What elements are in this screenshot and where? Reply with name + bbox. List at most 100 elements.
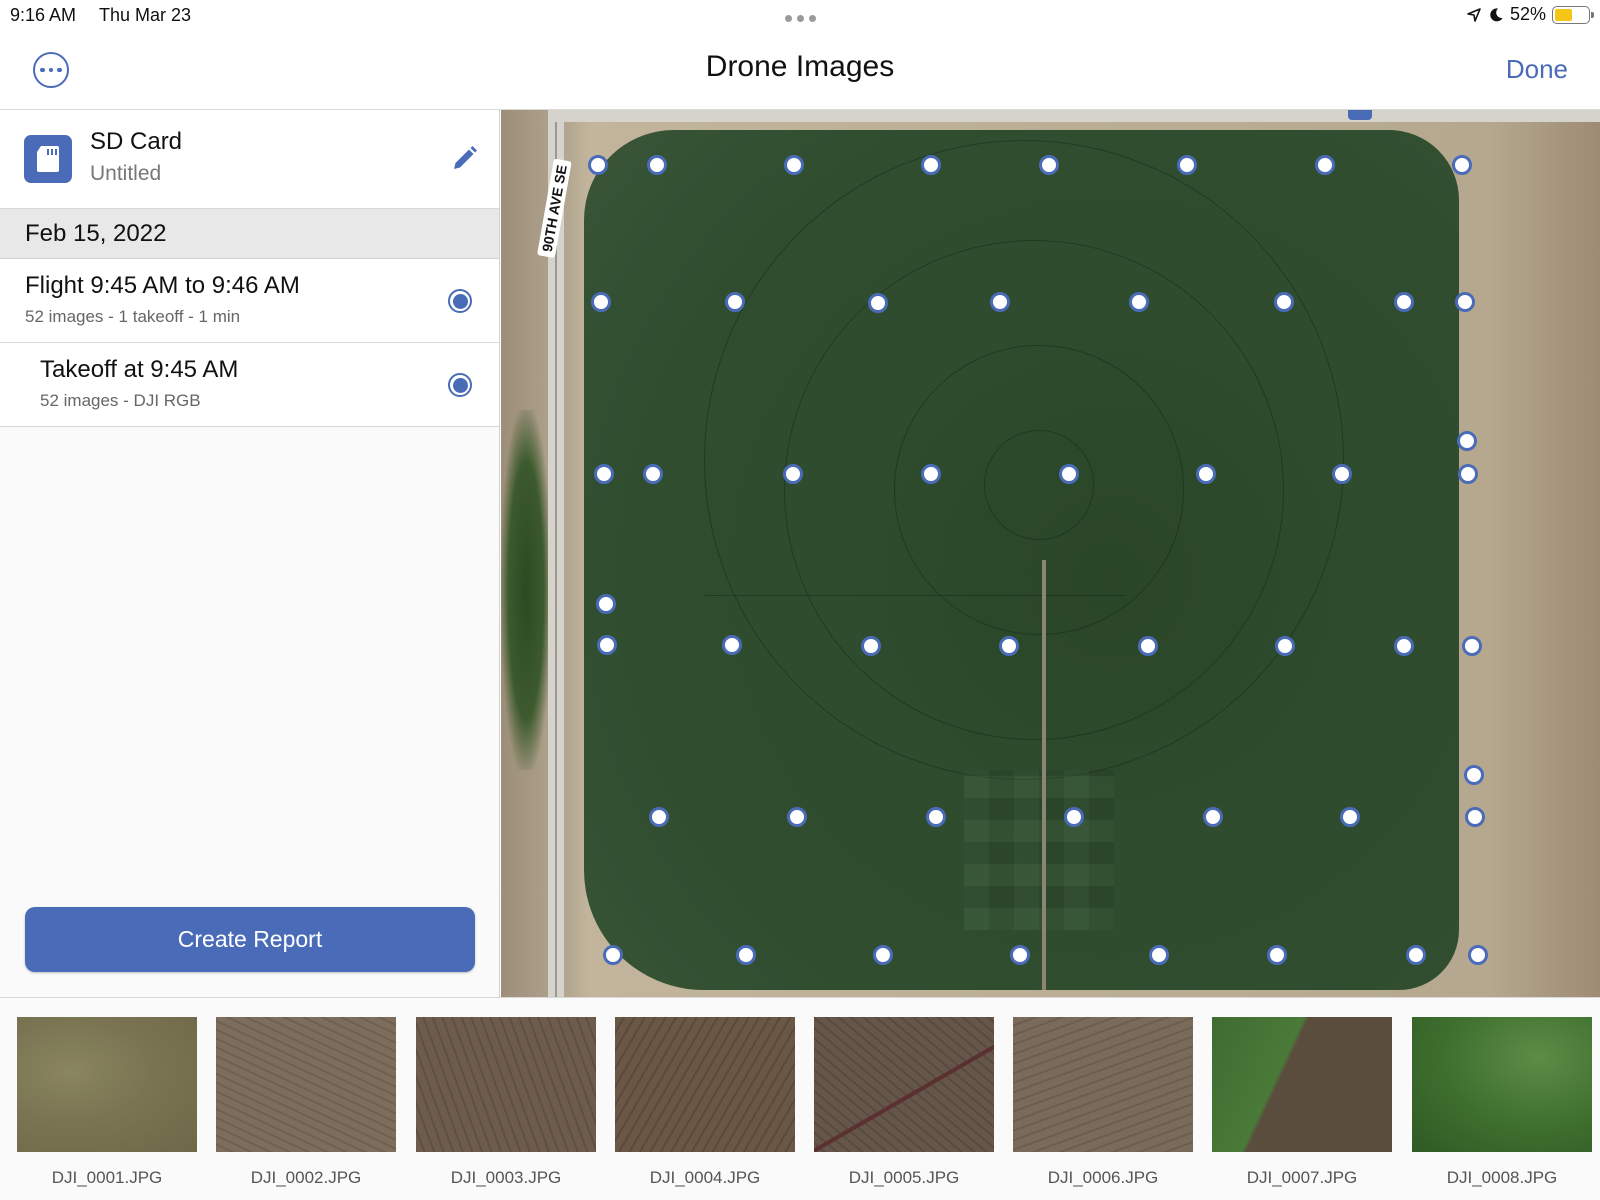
photo-capture-point[interactable] [1196,464,1216,484]
thumbnail-image[interactable] [416,1017,596,1152]
photo-capture-point[interactable] [868,293,888,313]
thumbnail-strip[interactable]: DJI_0001.JPG DJI_0002.JPG DJI_0003.JPG D… [0,997,1600,1200]
photo-capture-point[interactable] [722,635,742,655]
photo-capture-point[interactable] [1138,636,1158,656]
thumbnail-image[interactable] [216,1017,396,1152]
thumbnail-item[interactable]: DJI_0002.JPG [216,1017,396,1188]
photo-capture-point[interactable] [736,945,756,965]
thumbnail-filename: DJI_0005.JPG [848,1168,960,1187]
photo-capture-point[interactable] [926,807,946,827]
date-section-header: Feb 15, 2022 [0,209,499,259]
photo-capture-point[interactable] [1452,155,1472,175]
photo-capture-point[interactable] [1010,945,1030,965]
thumbnail-filename: DJI_0003.JPG [450,1168,562,1187]
flight-title: Flight 9:45 AM to 9:46 AM [25,272,300,299]
more-options-button[interactable] [33,52,69,88]
battery-icon [1552,5,1594,24]
photo-capture-point[interactable] [1458,464,1478,484]
thumbnail-item[interactable]: DJI_0004.JPG [615,1017,795,1188]
pivot-ring [984,430,1094,540]
takeoff-subtitle: 52 images - DJI RGB [40,391,201,410]
photo-capture-point[interactable] [596,594,616,614]
photo-capture-point[interactable] [597,635,617,655]
photo-capture-point[interactable] [725,292,745,312]
photo-capture-point[interactable] [1149,945,1169,965]
create-report-button[interactable]: Create Report [25,907,475,972]
photo-capture-point[interactable] [1177,155,1197,175]
test-plots [964,770,1114,930]
sidebar: SD Card Untitled Feb 15, 2022 Flight 9:4… [0,110,500,997]
thumbnail-image[interactable] [1412,1017,1592,1152]
photo-capture-point[interactable] [594,464,614,484]
photo-capture-point[interactable] [1462,636,1482,656]
thumbnail-image[interactable] [1013,1017,1193,1152]
takeoff-row[interactable]: Takeoff at 9:45 AM 52 images - DJI RGB [0,343,499,427]
photo-capture-point[interactable] [1394,292,1414,312]
photo-capture-point[interactable] [1394,636,1414,656]
navigation-bar: Drone Images Done [0,34,1600,110]
done-button[interactable]: Done [1506,54,1568,85]
photo-capture-point[interactable] [1064,807,1084,827]
location-arrow-icon [1467,7,1481,22]
multitasking-handle-icon[interactable] [780,10,820,26]
photo-capture-point[interactable] [1274,292,1294,312]
thumbnail-filename: DJI_0001.JPG [51,1168,163,1187]
pivot-track [704,595,1124,596]
photo-capture-point[interactable] [1203,807,1223,827]
map-marker-icon[interactable] [1348,110,1372,120]
photo-capture-point[interactable] [1275,636,1295,656]
photo-capture-point[interactable] [1406,945,1426,965]
photo-capture-point[interactable] [647,155,667,175]
thumbnail-image[interactable] [17,1017,197,1152]
battery-percent: 52% [1509,4,1546,24]
flight-selected-radio[interactable] [448,289,472,313]
photo-capture-point[interactable] [603,945,623,965]
status-indicators: 52% [1466,4,1594,25]
photo-capture-point[interactable] [1340,807,1360,827]
thumbnail-filename: DJI_0006.JPG [1047,1168,1159,1187]
thumbnail-filename: DJI_0002.JPG [250,1168,362,1187]
photo-capture-point[interactable] [591,292,611,312]
flight-row[interactable]: Flight 9:45 AM to 9:46 AM 52 images - 1 … [0,259,499,343]
photo-capture-point[interactable] [861,636,881,656]
satellite-map[interactable]: 90TH AVE SE [501,110,1600,997]
thumbnail-item[interactable]: DJI_0003.JPG [416,1017,596,1188]
photo-capture-point[interactable] [1468,945,1488,965]
takeoff-title: Takeoff at 9:45 AM [40,356,239,383]
pencil-icon[interactable] [449,144,479,174]
photo-capture-point[interactable] [921,464,941,484]
thumbnail-image[interactable] [615,1017,795,1152]
photo-capture-point[interactable] [1129,292,1149,312]
photo-capture-point[interactable] [873,945,893,965]
source-row: SD Card Untitled [0,110,499,209]
photo-capture-point[interactable] [649,807,669,827]
photo-capture-point[interactable] [990,292,1010,312]
thumbnail-image[interactable] [1212,1017,1392,1152]
photo-capture-point[interactable] [999,636,1019,656]
photo-capture-point[interactable] [921,155,941,175]
photo-capture-point[interactable] [588,155,608,175]
tree-line [501,410,551,770]
photo-capture-point[interactable] [1455,292,1475,312]
photo-capture-point[interactable] [1039,155,1059,175]
status-bar: 9:16 AM Thu Mar 23 52% [0,0,1600,34]
photo-capture-point[interactable] [1332,464,1352,484]
photo-capture-point[interactable] [784,155,804,175]
thumbnail-item[interactable]: DJI_0001.JPG [17,1017,197,1188]
photo-capture-point[interactable] [1465,807,1485,827]
photo-capture-point[interactable] [783,464,803,484]
thumbnail-item[interactable]: DJI_0006.JPG [1013,1017,1193,1188]
thumbnail-item[interactable]: DJI_0007.JPG [1212,1017,1392,1188]
thumbnail-item[interactable]: DJI_0005.JPG [814,1017,994,1188]
thumbnail-filename: DJI_0004.JPG [649,1168,761,1187]
thumbnail-image[interactable] [814,1017,994,1152]
photo-capture-point[interactable] [1059,464,1079,484]
photo-capture-point[interactable] [1267,945,1287,965]
thumbnail-item[interactable]: DJI_0008.JPG [1412,1017,1592,1188]
photo-capture-point[interactable] [643,464,663,484]
photo-capture-point[interactable] [1315,155,1335,175]
takeoff-selected-radio[interactable] [448,373,472,397]
photo-capture-point[interactable] [1464,765,1484,785]
photo-capture-point[interactable] [1457,431,1477,451]
photo-capture-point[interactable] [787,807,807,827]
